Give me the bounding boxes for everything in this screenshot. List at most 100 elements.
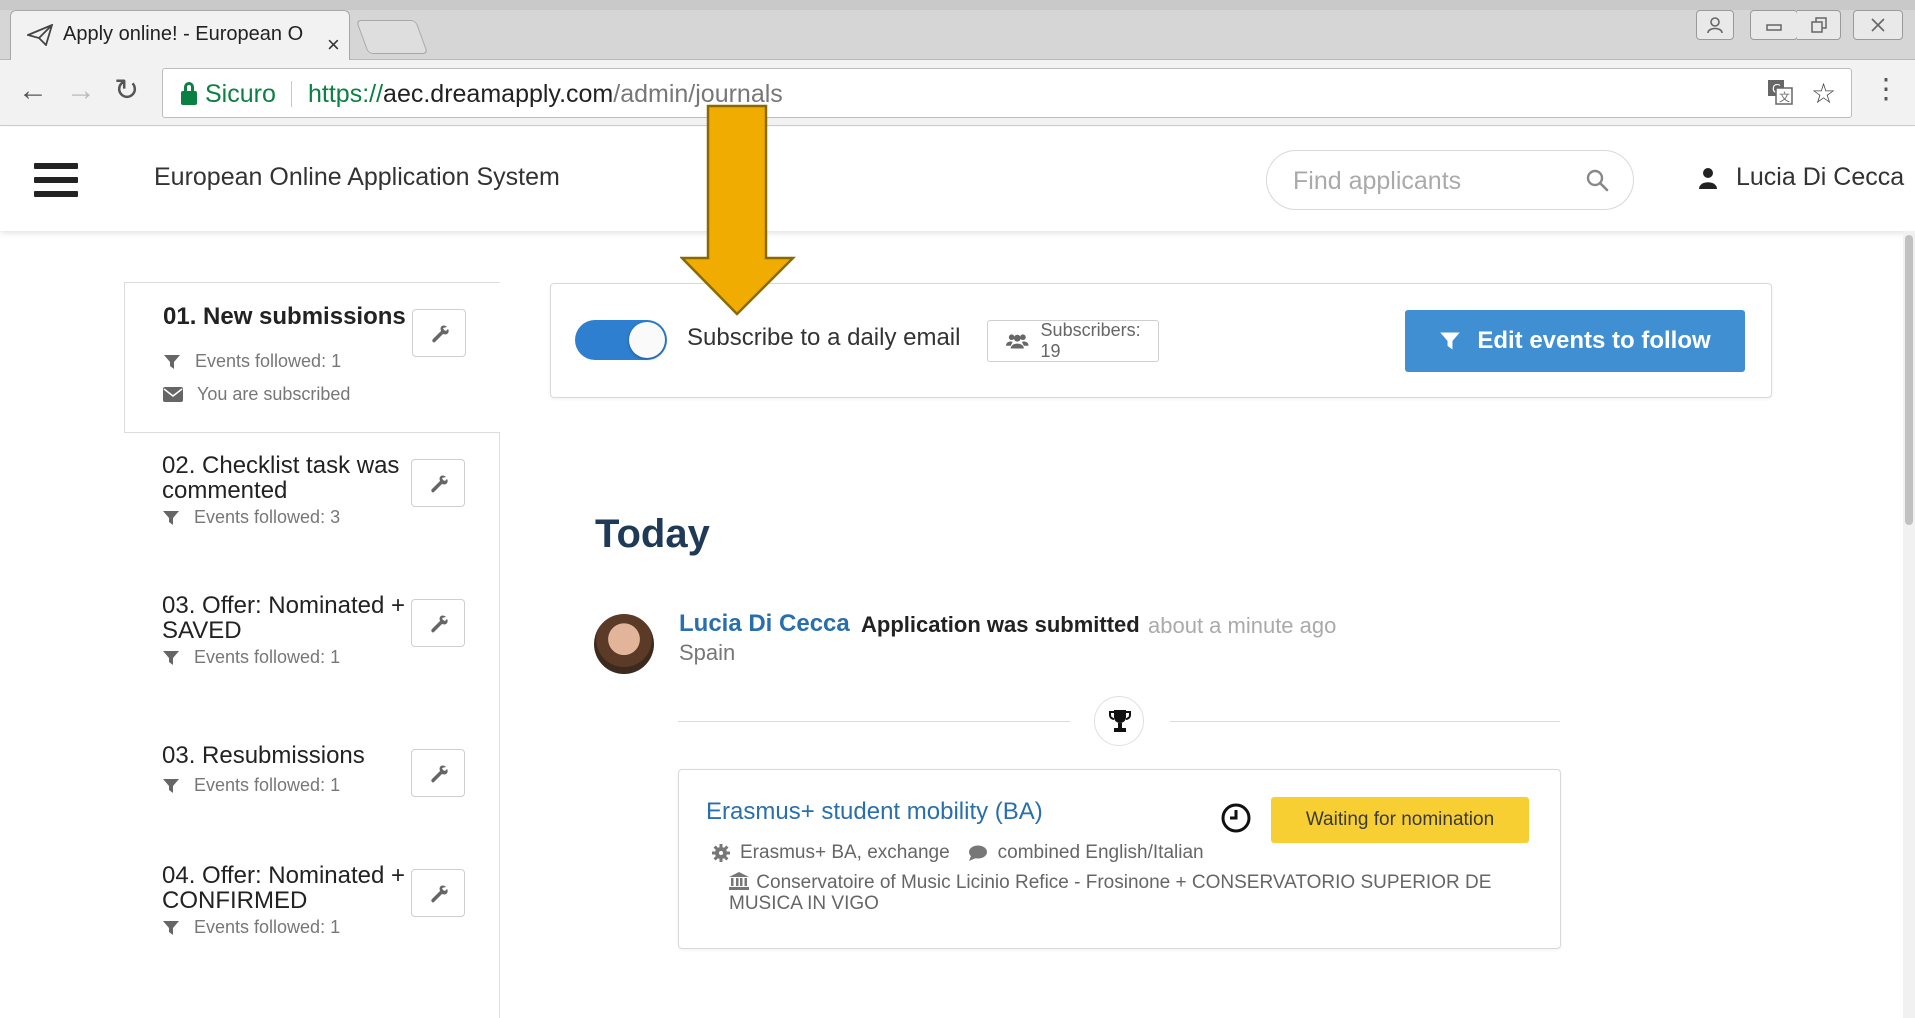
url-host: aec.dreamapply.com	[383, 80, 614, 108]
journal-settings-button[interactable]	[411, 869, 465, 917]
daily-email-toggle[interactable]	[575, 320, 667, 360]
subscribe-label: Subscribe to a daily email	[687, 324, 961, 351]
wrench-icon	[431, 615, 448, 633]
journal-subscribed-status: You are subscribed	[163, 384, 350, 405]
users-icon	[1006, 334, 1029, 349]
program-language: combined English/Italian	[997, 842, 1204, 863]
app-title: European Online Application System	[154, 163, 560, 191]
address-bar[interactable]: Sicuro https://aec.dreamapply.com/admin/…	[162, 68, 1852, 118]
browser-tabstrip: Apply online! - European O ×	[0, 0, 1915, 61]
journal-events-followed: Events followed: 1	[162, 647, 340, 668]
search-input[interactable]: Find applicants	[1266, 150, 1634, 210]
browser-tab[interactable]: Apply online! - European O ×	[10, 10, 350, 61]
events-followed-label: Events followed: 1	[194, 647, 341, 667]
minimize-icon[interactable]	[1750, 10, 1798, 40]
wrench-icon	[431, 475, 448, 493]
annotation-arrow-down-icon	[680, 104, 796, 316]
filter-icon	[163, 510, 179, 525]
subscribed-label: You are subscribed	[197, 384, 351, 404]
journal-title: 03. Resubmissions	[162, 742, 365, 769]
reload-icon[interactable]: ↻	[114, 76, 139, 106]
user-menu[interactable]: Lucia Di Cecca	[1698, 163, 1904, 192]
subscribers-count-button[interactable]: Subscribers: 19	[987, 320, 1159, 362]
edit-events-button[interactable]: Edit events to follow	[1405, 310, 1745, 372]
feed-section-heading: Today	[595, 512, 710, 556]
user-name: Lucia Di Cecca	[1736, 163, 1905, 191]
applicant-name-link[interactable]: Lucia Di Cecca	[679, 610, 850, 638]
filter-icon	[163, 920, 179, 935]
restore-icon[interactable]	[1797, 10, 1841, 40]
applicant-avatar[interactable]	[594, 614, 654, 674]
forward-arrow-icon[interactable]: →	[66, 76, 96, 106]
program-details: Erasmus+ BA, exchange combined English/I…	[712, 842, 1204, 864]
secure-label: Sicuro	[205, 80, 276, 108]
events-followed-label: Events followed: 1	[194, 775, 341, 795]
divider-left	[678, 721, 1070, 722]
divider-right	[1170, 721, 1560, 722]
journal-events-followed: Events followed: 1	[162, 917, 340, 938]
close-window-icon[interactable]	[1853, 10, 1903, 40]
application-card: Erasmus+ student mobility (BA) Waiting f…	[678, 769, 1561, 949]
journal-title: 03. Offer: Nominated + SAVED	[162, 592, 406, 644]
trophy-icon	[1094, 696, 1144, 746]
wrench-icon	[432, 325, 449, 343]
event-timestamp: about a minute ago	[1148, 613, 1337, 638]
wrench-icon	[431, 885, 448, 903]
browser-menu-icon[interactable]: ⋮	[1872, 74, 1900, 104]
clock-icon	[1221, 803, 1251, 833]
journal-item-offer-nominated-saved[interactable]: 03. Offer: Nominated + SAVED Events foll…	[124, 573, 500, 723]
secure-indicator[interactable]: Sicuro	[181, 80, 276, 109]
journal-events-followed: Events followed: 1	[162, 775, 340, 796]
envelope-icon	[163, 387, 183, 402]
journal-settings-button[interactable]	[412, 309, 466, 357]
journal-settings-button[interactable]	[411, 459, 465, 507]
journal-events-followed: Events followed: 3	[162, 507, 340, 528]
search-icon[interactable]	[1585, 168, 1609, 192]
journal-title: 02. Checklist task was commented	[162, 452, 400, 504]
cog-icon	[712, 844, 730, 862]
journal-item-checklist-commented[interactable]: 02. Checklist task was commented Events …	[124, 433, 500, 573]
journal-item-new-submissions[interactable]: 01. New submissions Events followed: 1 Y…	[124, 282, 500, 433]
toggle-knob[interactable]	[629, 322, 665, 358]
svg-text:文: 文	[1779, 90, 1790, 104]
institution-icon	[729, 872, 749, 890]
tab-title: Apply online! - European O	[63, 23, 304, 45]
events-followed-label: Events followed: 1	[195, 351, 342, 371]
lock-icon	[181, 81, 197, 105]
journal-title: 01. New submissions	[163, 303, 406, 330]
program-type: Erasmus+ BA, exchange	[740, 842, 950, 863]
program-title-link[interactable]: Erasmus+ student mobility (BA)	[706, 798, 1043, 826]
window-frame	[0, 0, 1915, 10]
browser-toolbar: ← → ↻ Sicuro https://aec.dreamapply.com/…	[0, 60, 1915, 126]
hamburger-menu-icon[interactable]	[34, 163, 78, 197]
tab-close-icon[interactable]: ×	[327, 32, 340, 58]
filter-icon	[163, 650, 179, 665]
institutions-text: Conservatoire of Music Licinio Refice - …	[729, 872, 1492, 914]
user-icon	[1699, 167, 1717, 189]
address-separator	[291, 81, 292, 107]
app-header: European Online Application System Find …	[0, 127, 1915, 231]
events-followed-label: Events followed: 1	[194, 917, 341, 937]
filter-icon	[164, 354, 180, 369]
comment-icon	[968, 845, 987, 861]
profile-icon[interactable]	[1696, 10, 1734, 40]
new-tab-button[interactable]	[355, 20, 429, 54]
status-badge: Waiting for nomination	[1271, 797, 1529, 843]
journal-title: 04. Offer: Nominated + CONFIRMED	[162, 862, 406, 914]
event-description: Application was submitted	[861, 612, 1140, 637]
applicant-country: Spain	[679, 640, 736, 665]
filter-icon	[1440, 332, 1461, 350]
paper-plane-icon	[27, 23, 53, 46]
search-placeholder: Find applicants	[1293, 167, 1462, 195]
journal-item-offer-nominated-confirmed[interactable]: 04. Offer: Nominated + CONFIRMED Events …	[124, 843, 500, 993]
page-scrollbar[interactable]	[1903, 231, 1915, 1018]
translate-icon[interactable]: G文	[1767, 79, 1793, 112]
scrollbar-thumb[interactable]	[1905, 235, 1913, 525]
wrench-icon	[431, 765, 448, 783]
journal-settings-button[interactable]	[411, 599, 465, 647]
journal-settings-button[interactable]	[411, 749, 465, 797]
back-arrow-icon[interactable]: ←	[18, 76, 48, 106]
program-institutions: Conservatoire of Music Licinio Refice - …	[729, 872, 1519, 914]
journal-item-resubmissions[interactable]: 03. Resubmissions Events followed: 1	[124, 723, 500, 843]
star-bookmark-icon[interactable]: ☆	[1811, 77, 1836, 110]
